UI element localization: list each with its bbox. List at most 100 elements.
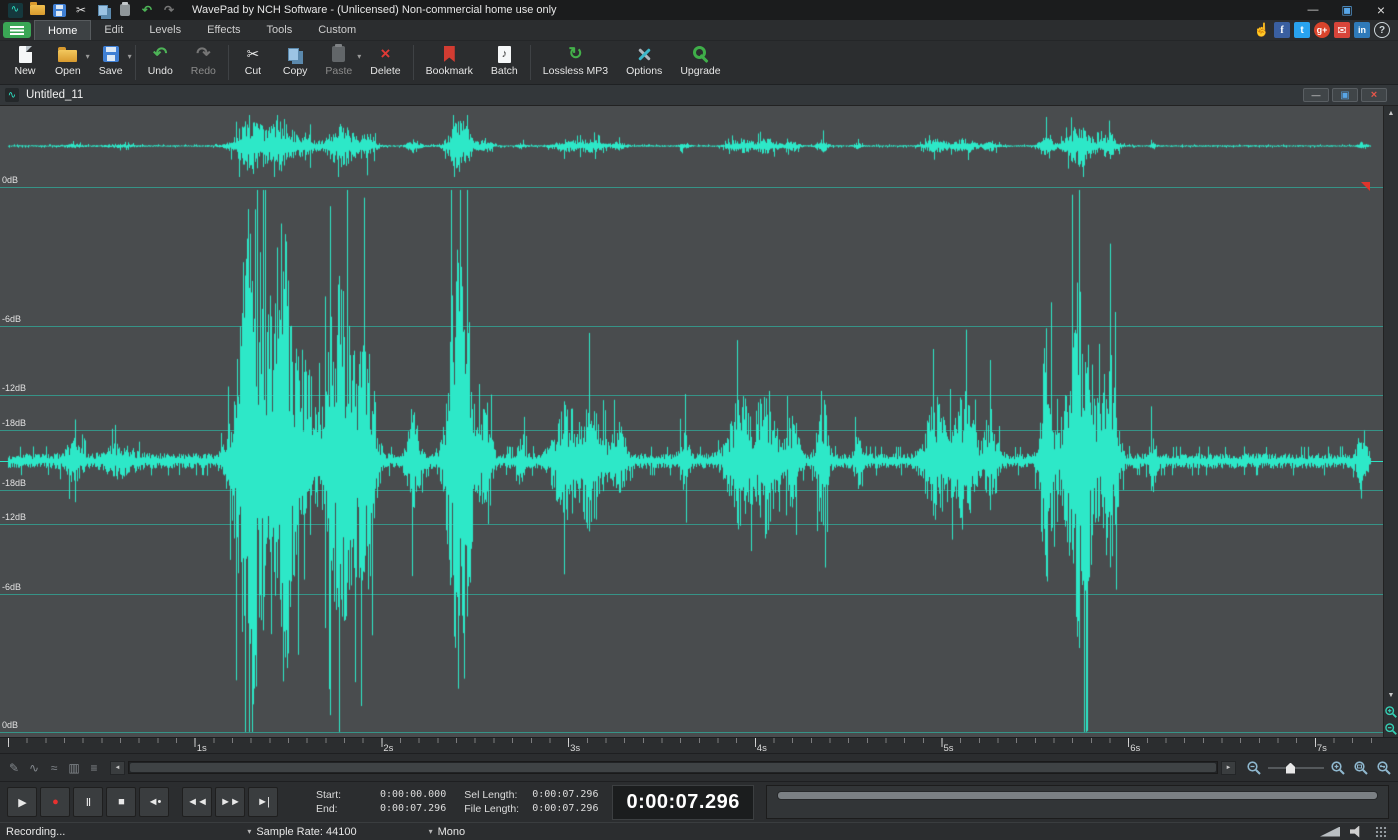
- horizontal-scroll-track[interactable]: [128, 761, 1218, 774]
- hscroll-toolbar: ✎∿≈▥≡ ◄ ►: [0, 753, 1398, 781]
- undo-button[interactable]: ↶ Undo: [139, 41, 182, 84]
- doc-minimize-button[interactable]: —: [1303, 88, 1329, 102]
- stop-button[interactable]: ■: [106, 787, 136, 817]
- sample-rate-dropdown[interactable]: ▾ Sample Rate: 44100: [247, 826, 356, 838]
- lossless-label: Lossless MP3: [543, 65, 608, 77]
- waveform-canvas[interactable]: [0, 106, 1383, 737]
- copy-icon[interactable]: [95, 2, 111, 18]
- play-button[interactable]: ▶: [7, 787, 37, 817]
- scroll-right-button[interactable]: ►: [1221, 761, 1236, 775]
- scroll-down-button[interactable]: ▼: [1384, 688, 1398, 703]
- start-value: 0:00:00.000: [380, 789, 446, 801]
- undo-label: Undo: [148, 65, 173, 77]
- timeline-ruler[interactable]: 1s2s3s4s5s6s7s: [0, 737, 1398, 753]
- selection-counters: Start:0:00:00.000 End:0:00:07.296 Sel Le…: [316, 789, 598, 815]
- vertical-zoom-in-button[interactable]: [1384, 703, 1398, 720]
- app-icon: ∿: [7, 2, 23, 18]
- save-floppy-icon: [103, 46, 119, 62]
- smooth-tool-icon[interactable]: ≈: [45, 759, 63, 777]
- undo-icon[interactable]: ↶: [139, 2, 155, 18]
- tab-edit[interactable]: Edit: [91, 20, 136, 40]
- main-menu-button[interactable]: [3, 22, 31, 38]
- spectrum-tool-icon[interactable]: ▥: [65, 759, 83, 777]
- marker-list-icon[interactable]: ≡: [85, 759, 103, 777]
- skip-to-end-button[interactable]: ►|: [248, 787, 278, 817]
- lossless-mp3-button[interactable]: ↻ Lossless MP3: [534, 41, 617, 84]
- ribbon-separator: [530, 45, 531, 80]
- new-button[interactable]: New: [4, 41, 46, 84]
- zoom-slider[interactable]: [1268, 762, 1324, 774]
- cut-icon[interactable]: ✂: [73, 2, 89, 18]
- tab-effects[interactable]: Effects: [194, 20, 253, 40]
- like-icon[interactable]: ☝: [1254, 22, 1270, 38]
- tab-levels[interactable]: Levels: [136, 20, 194, 40]
- resize-grip[interactable]: [1375, 826, 1388, 838]
- draw-tool-icon[interactable]: ✎: [5, 759, 23, 777]
- doc-restore-button[interactable]: ▣: [1332, 88, 1358, 102]
- tab-custom[interactable]: Custom: [305, 20, 369, 40]
- help-icon[interactable]: ?: [1374, 22, 1390, 38]
- delete-button[interactable]: × Delete: [361, 41, 409, 84]
- maximize-button[interactable]: ▣: [1330, 0, 1364, 20]
- vertical-scroll-track[interactable]: [1384, 121, 1398, 688]
- scissors-icon: ✂: [247, 44, 260, 64]
- scrub-button[interactable]: ◄•: [139, 787, 169, 817]
- vertical-scrollbar[interactable]: ▲ ▼: [1383, 106, 1398, 737]
- zoom-slider-track[interactable]: [1268, 767, 1324, 769]
- vertical-zoom-out-button[interactable]: [1384, 720, 1398, 737]
- tab-tools[interactable]: Tools: [254, 20, 306, 40]
- cut-button[interactable]: ✂ Cut: [232, 41, 274, 84]
- pause-button[interactable]: Ⅱ: [73, 787, 103, 817]
- bookmark-flag-icon: [444, 46, 455, 62]
- twitter-icon[interactable]: t: [1294, 22, 1310, 38]
- scroll-up-button[interactable]: ▲: [1384, 106, 1398, 121]
- delete-label: Delete: [370, 65, 400, 77]
- email-icon[interactable]: ✉: [1334, 22, 1350, 38]
- doc-close-button[interactable]: ×: [1361, 88, 1387, 102]
- save-icon[interactable]: [51, 2, 67, 18]
- facebook-icon[interactable]: f: [1274, 22, 1290, 38]
- redo-label: Redo: [191, 65, 216, 77]
- dropdown-caret-icon: ▾: [247, 827, 251, 836]
- tab-home[interactable]: Home: [34, 20, 91, 40]
- save-button[interactable]: Save ▾: [90, 41, 132, 84]
- document-window-controls: — ▣ ×: [1303, 88, 1393, 102]
- zoom-slider-thumb[interactable]: [1286, 763, 1295, 774]
- zoom-selection-button[interactable]: [1352, 759, 1370, 777]
- timeline-label: 6s: [1130, 743, 1140, 754]
- zoom-out-button[interactable]: [1245, 759, 1263, 777]
- options-button[interactable]: Options: [617, 41, 671, 84]
- meter-scale: [767, 786, 1388, 787]
- db-label: -18dB: [2, 478, 26, 488]
- fast-forward-button[interactable]: ►►: [215, 787, 245, 817]
- minimize-button[interactable]: —: [1296, 0, 1330, 20]
- bookmark-button[interactable]: Bookmark: [417, 41, 482, 84]
- linkedin-icon[interactable]: in: [1354, 22, 1370, 38]
- ribbon-separator: [228, 45, 229, 80]
- redo-arrow-icon: ↷: [196, 44, 210, 64]
- googleplus-icon[interactable]: g+: [1314, 22, 1330, 38]
- zoom-in-button[interactable]: [1329, 759, 1347, 777]
- timeline-label: 1s: [197, 743, 207, 754]
- copy-button[interactable]: Copy: [274, 41, 317, 84]
- channels-dropdown[interactable]: ▾ Mono: [429, 826, 466, 838]
- redo-icon[interactable]: ↷: [161, 2, 177, 18]
- paste-icon[interactable]: [117, 2, 133, 18]
- zoom-full-button[interactable]: [1375, 759, 1393, 777]
- paste-button[interactable]: Paste ▾: [316, 41, 361, 84]
- batch-button[interactable]: ♪ Batch: [482, 41, 527, 84]
- horizontal-scroll-thumb[interactable]: [130, 763, 1216, 772]
- rewind-button[interactable]: ◄◄: [182, 787, 212, 817]
- close-button[interactable]: ×: [1364, 0, 1398, 20]
- open-button[interactable]: Open ▾: [46, 41, 90, 84]
- scroll-left-button[interactable]: ◄: [110, 761, 125, 775]
- save-dropdown-caret[interactable]: ▾: [128, 52, 132, 61]
- envelope-tool-icon[interactable]: ∿: [25, 759, 43, 777]
- upgrade-button[interactable]: Upgrade: [671, 41, 729, 84]
- speaker-icon[interactable]: [1350, 826, 1365, 838]
- record-button[interactable]: ●: [40, 787, 70, 817]
- open-icon[interactable]: [29, 2, 45, 18]
- volume-slider-icon[interactable]: [1320, 827, 1340, 837]
- redo-button[interactable]: ↷ Redo: [182, 41, 225, 84]
- ribbon-toolbar: New Open ▾ Save ▾ ↶ Undo ↷ Redo ✂ Cut Co…: [0, 41, 1398, 85]
